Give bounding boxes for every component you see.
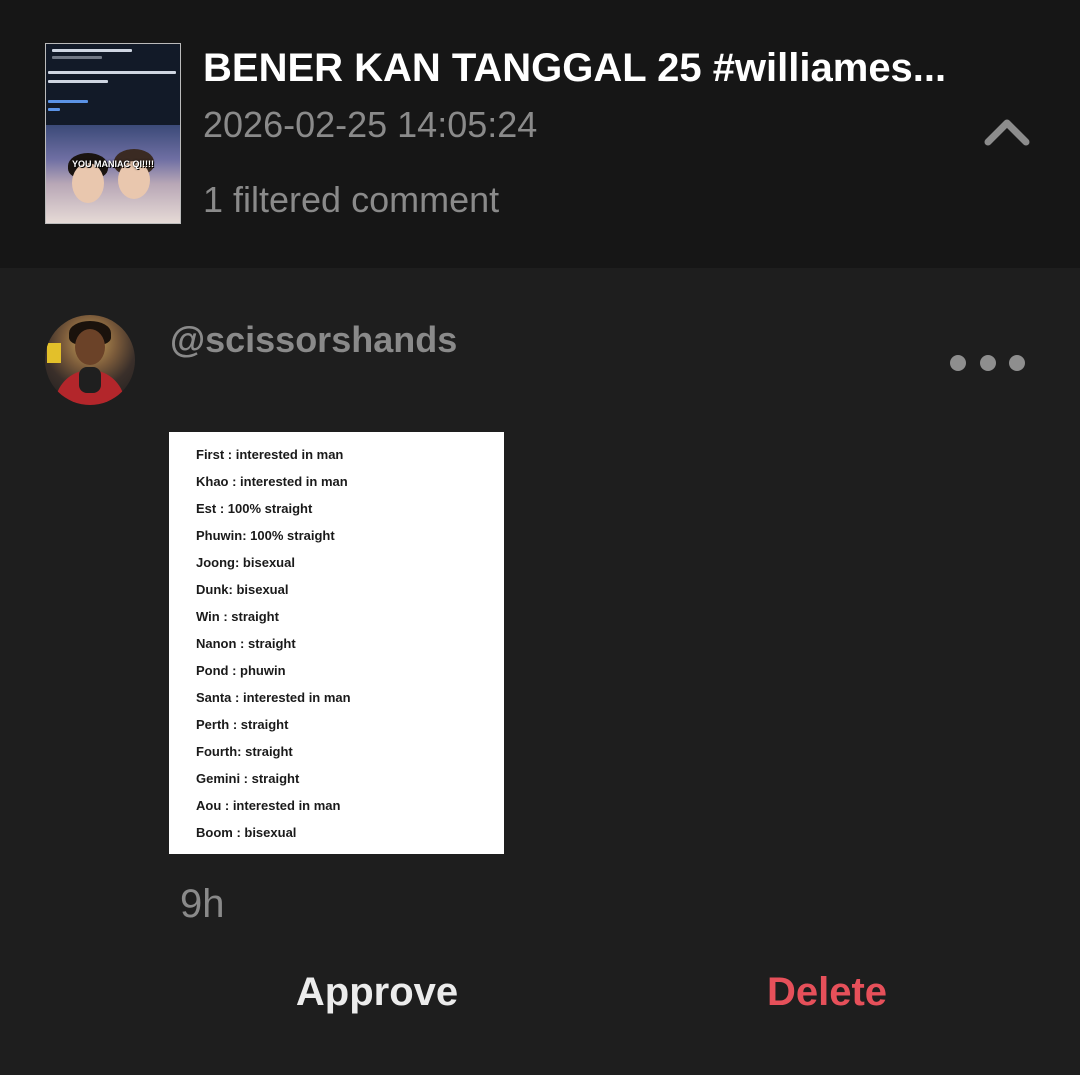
image-text-line: Gemini : straight: [196, 771, 300, 786]
image-text-line: Win : straight: [196, 609, 279, 624]
image-text-line: Pond : phuwin: [196, 663, 286, 678]
filtered-comment-count: 1 filtered comment: [203, 179, 500, 220]
image-text-line: Aou : interested in man: [196, 798, 341, 813]
video-date: 2026-02-25 14:05:24: [203, 104, 538, 145]
comment-username[interactable]: @scissorshands: [170, 318, 457, 362]
image-text-line: Phuwin: 100% straight: [196, 528, 335, 543]
image-text-line: Fourth: straight: [196, 744, 293, 759]
image-text-line: Est : 100% straight: [196, 501, 313, 516]
image-text-line: Santa : interested in man: [196, 690, 351, 705]
delete-button[interactable]: Delete: [700, 963, 954, 1021]
thumbnail-post-preview: [46, 44, 180, 125]
thumbnail-caption: YOU MANIAC QI!!!!: [72, 159, 154, 169]
comment-image[interactable]: First : interested in man Khao : interes…: [169, 432, 504, 854]
avatar[interactable]: [45, 315, 135, 405]
image-text-line: Dunk: bisexual: [196, 582, 289, 597]
chevron-up-icon[interactable]: [982, 112, 1032, 152]
comment-timestamp: 9h: [180, 882, 225, 926]
video-title[interactable]: BENER KAN TANGGAL 25 #williames...: [203, 44, 983, 92]
thumbnail-photo: [46, 125, 180, 223]
image-text-line: Joong: bisexual: [196, 555, 295, 570]
image-text-line: Nanon : straight: [196, 636, 296, 651]
image-text-line: Khao : interested in man: [196, 474, 348, 489]
more-horizontal-icon[interactable]: [945, 350, 1031, 376]
image-text-line: Boom : bisexual: [196, 825, 297, 840]
image-text-line: First : interested in man: [196, 447, 344, 462]
image-text-line: Perth : straight: [196, 717, 289, 732]
approve-button[interactable]: Approve: [250, 963, 504, 1021]
video-header: YOU MANIAC QI!!!! BENER KAN TANGGAL 25 #…: [0, 0, 1080, 268]
video-thumbnail[interactable]: YOU MANIAC QI!!!!: [45, 43, 181, 224]
